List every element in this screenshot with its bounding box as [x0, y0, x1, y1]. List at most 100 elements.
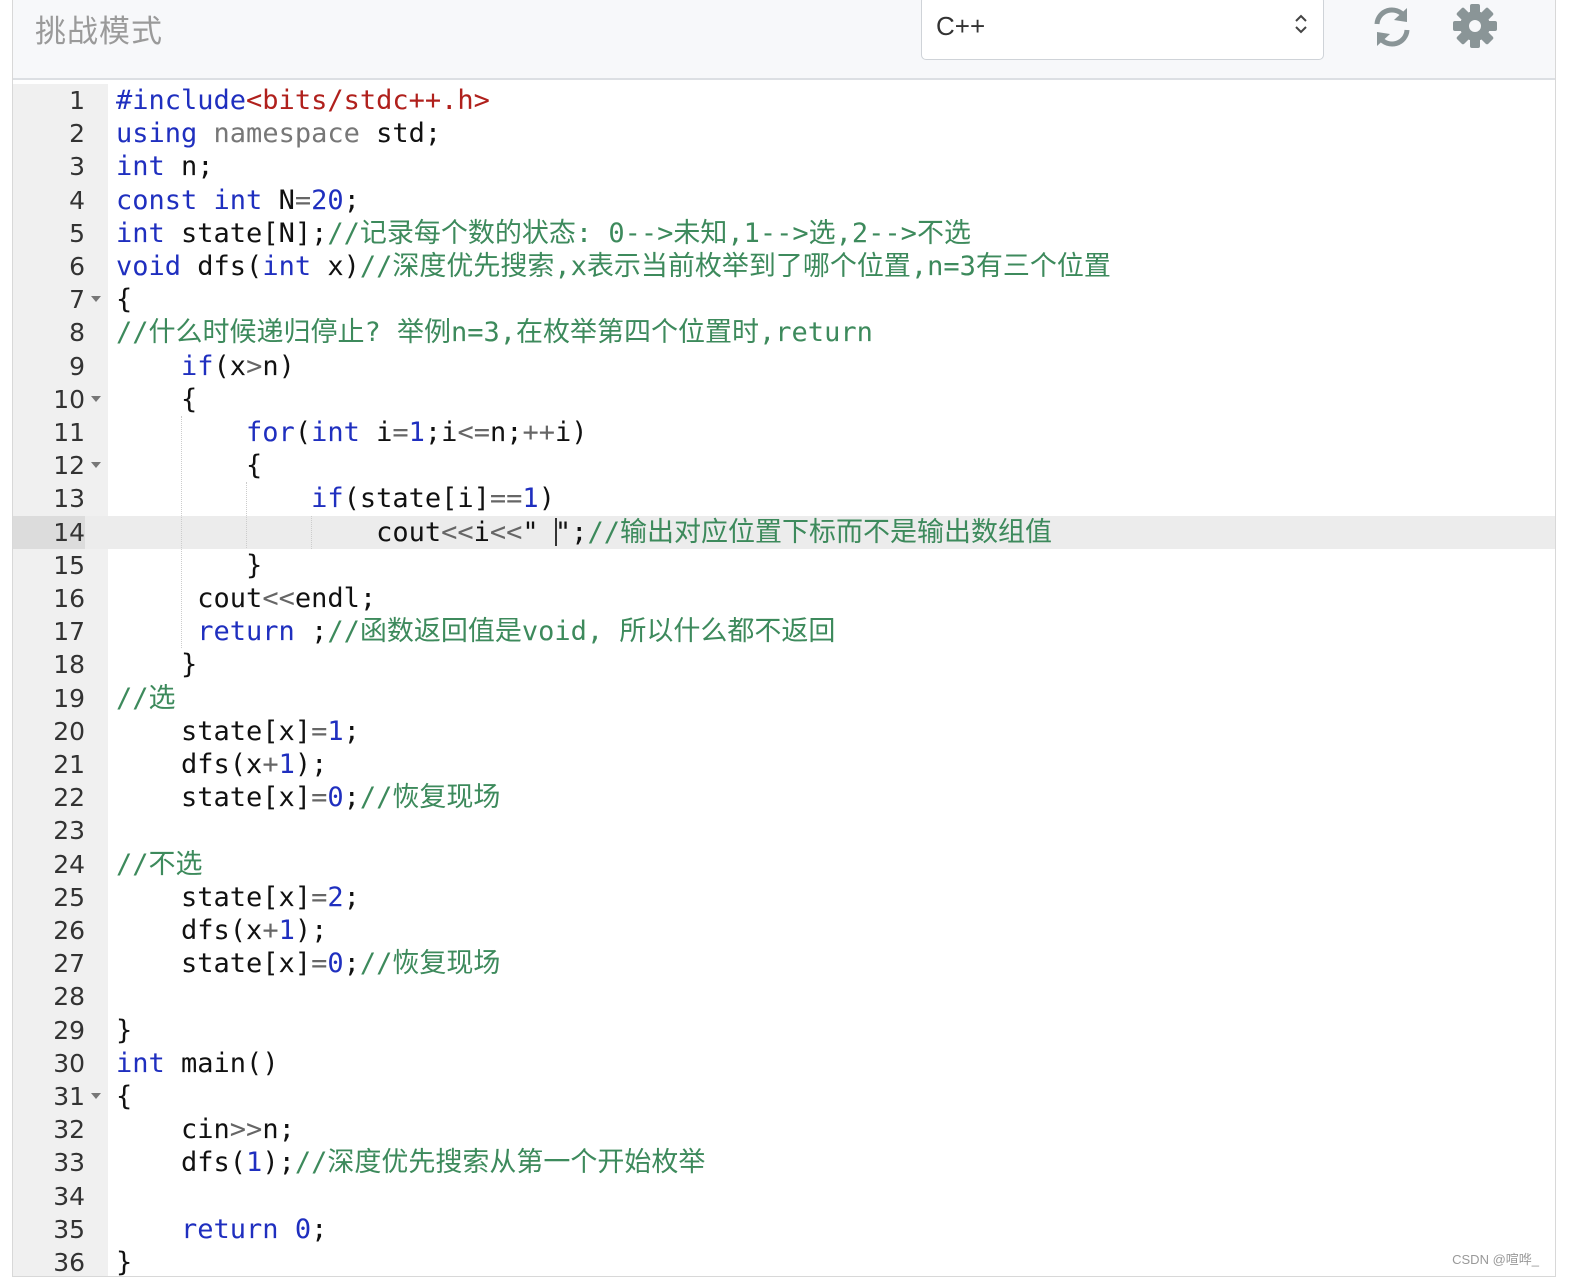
code-line[interactable]: 20 state[x]=1;: [13, 715, 1555, 748]
code-token: ;: [343, 782, 360, 814]
code-line[interactable]: 27 state[x]=0;//恢复现场: [13, 947, 1555, 980]
fold-arrow-icon[interactable]: [91, 296, 101, 303]
code-text: //选: [116, 682, 176, 715]
code-line[interactable]: 23: [13, 814, 1555, 847]
code-line[interactable]: 2 using namespace std;: [13, 117, 1555, 150]
code-line[interactable]: 13 if(state[i]==1): [13, 482, 1555, 515]
toolbar: 挑战模式 C++: [13, 0, 1555, 80]
code-line[interactable]: 30 int main(): [13, 1047, 1555, 1080]
code-line[interactable]: 28: [13, 980, 1555, 1013]
line-number: 13: [53, 484, 85, 514]
code-line[interactable]: 16 cout<<endl;: [13, 582, 1555, 615]
code-text: const int N=20;: [116, 184, 360, 217]
fold-arrow-icon[interactable]: [91, 462, 101, 469]
operator: +: [262, 915, 279, 946]
line-number: 36: [53, 1248, 85, 1277]
line-number: 26: [53, 916, 85, 945]
code-token: {: [116, 1081, 133, 1112]
code-challenge-panel: 挑战模式 C++ 1 #include<bits/stdc++.h> 2 usi…: [12, 0, 1556, 1277]
keyword: int: [116, 151, 165, 183]
code-line[interactable]: 18 }: [13, 648, 1555, 681]
code-token: x): [311, 251, 360, 282]
code-line[interactable]: 34: [13, 1180, 1555, 1213]
code-token: cout: [116, 516, 442, 548]
operator: <<: [262, 583, 295, 614]
code-line[interactable]: 24 //不选: [13, 848, 1555, 881]
line-number: 8: [69, 318, 85, 348]
code-line[interactable]: 35 return 0;: [13, 1213, 1555, 1246]
code-text: cout<<i<<" ";//输出对应位置下标而不是输出数组值: [116, 516, 1052, 549]
line-number: 30: [53, 1048, 85, 1078]
language-select[interactable]: C++: [921, 0, 1324, 60]
code-line[interactable]: 36}: [13, 1246, 1555, 1277]
code-editor[interactable]: 1 #include<bits/stdc++.h> 2 using namespace…: [13, 84, 1555, 1276]
number: 2: [327, 881, 344, 913]
fold-arrow-icon[interactable]: [91, 1093, 101, 1099]
code-text: state[x]=2;: [116, 881, 360, 914]
operator: =: [311, 715, 328, 747]
settings-button[interactable]: [1452, 2, 1498, 50]
line-number: 21: [53, 750, 85, 779]
code-token: state[x]: [116, 715, 312, 747]
keyword: if: [181, 350, 214, 382]
code-token: endl;: [294, 583, 377, 614]
code-line[interactable]: 29}: [13, 1014, 1555, 1047]
line-number: 27: [53, 949, 85, 979]
code-token: }: [116, 1014, 133, 1046]
code-line[interactable]: 25 state[x]=2;: [13, 881, 1555, 914]
code-text: dfs(x+1);: [116, 914, 327, 947]
code-line[interactable]: 19 //选: [13, 682, 1555, 715]
code-line[interactable]: 26 dfs(x+1);: [13, 914, 1555, 947]
string-literal: <bits/stdc++.h>: [246, 85, 490, 116]
code-line[interactable]: 7{: [13, 283, 1555, 316]
line-number: 22: [53, 783, 85, 813]
indent-guide: [311, 516, 312, 549]
refresh-button[interactable]: [1369, 2, 1415, 50]
code-line[interactable]: 21 dfs(x+1);: [13, 748, 1555, 781]
code-line[interactable]: 4 const int N=20;: [13, 184, 1555, 217]
operator: +: [262, 749, 279, 780]
code-line[interactable]: 31 {: [13, 1080, 1555, 1113]
code-token: }: [116, 1247, 133, 1277]
keyword: #include: [116, 85, 247, 116]
code-token: (state[i]: [343, 483, 490, 515]
keyword: using: [116, 118, 198, 150]
code-text: {: [116, 283, 132, 316]
line-number: 15: [53, 550, 85, 580]
code-line[interactable]: 9 if(x>n): [13, 350, 1555, 383]
code-line[interactable]: 6 void dfs(int x)//深度优先搜索,x表示当前枚举到了哪个位置,n…: [13, 250, 1555, 283]
code-token: state[x]: [116, 881, 312, 913]
code-token: cout: [116, 583, 263, 614]
code-line[interactable]: 1 #include<bits/stdc++.h>: [13, 84, 1555, 117]
code-token: n;: [164, 151, 214, 183]
line-number: 12: [53, 451, 85, 481]
code-line[interactable]: 10 {: [13, 383, 1555, 416]
refresh-icon: [1374, 7, 1410, 47]
code-line[interactable]: 8 //什么时候递归停止? 举例n=3,在枚举第四个位置时,return: [13, 316, 1555, 349]
code-line[interactable]: 32 cin>>n;: [13, 1113, 1555, 1146]
code-line[interactable]: 12 {: [13, 449, 1555, 482]
code-line[interactable]: 17 return ;//函数返回值是void, 所以什么都不返回: [13, 615, 1555, 648]
code-line[interactable]: 15 }: [13, 549, 1555, 582]
line-number: 9: [69, 351, 85, 381]
line-number: 11: [53, 418, 85, 447]
code-line[interactable]: 33 dfs(1);//深度优先搜索从第一个开始枚举: [13, 1146, 1555, 1179]
operator: <<: [489, 516, 523, 548]
code-token: }: [116, 649, 198, 681]
keyword: int: [116, 217, 165, 249]
code-line[interactable]: 5 int state[N];//记录每个数的状态: 0-->未知,1-->选,2…: [13, 217, 1555, 250]
line-number: 1: [69, 86, 85, 115]
code-line[interactable]: 11 for(int i=1;i<=n;++i): [13, 416, 1555, 449]
line-number: 23: [53, 816, 85, 846]
operator: =: [311, 782, 328, 814]
code-line[interactable]: 3 int n;: [13, 150, 1555, 183]
code-token: ";: [554, 516, 588, 548]
code-line[interactable]: 22 state[x]=0;//恢复现场: [13, 781, 1555, 814]
fold-arrow-icon[interactable]: [91, 395, 101, 402]
line-number: 24: [53, 849, 85, 879]
code-line[interactable]: 14 cout<<i<<" ";//输出对应位置下标而不是输出数组值: [13, 515, 1555, 549]
line-number: 32: [53, 1115, 85, 1145]
code-text: }: [116, 549, 262, 582]
comment: //什么时候递归停止? 举例n=3,在枚举第四个位置时,return: [116, 317, 873, 349]
